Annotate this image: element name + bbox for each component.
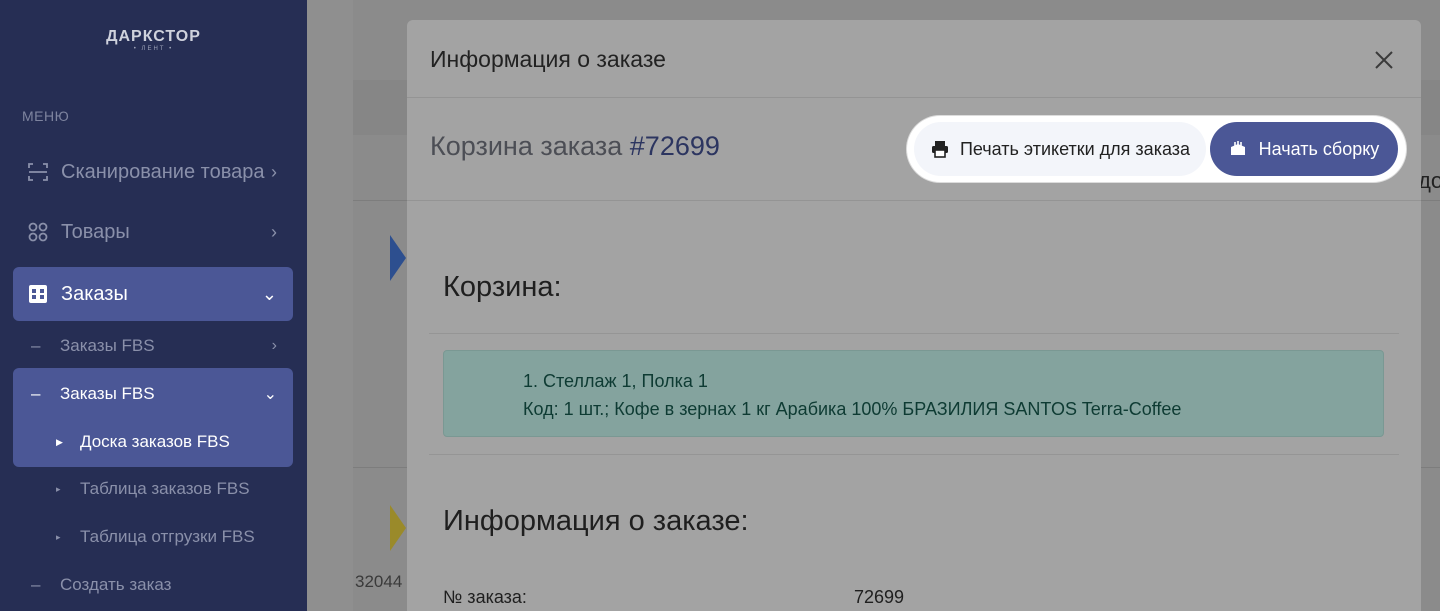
- order-info-section-title: Информация о заказе:: [443, 505, 749, 537]
- modal-header: Информация о заказе: [407, 20, 1421, 98]
- chevron-right-icon: ›: [271, 221, 277, 242]
- caret-right-icon: ▶: [56, 436, 63, 447]
- cart-section-title: Корзина:: [443, 271, 562, 303]
- sidebar-leaf-label: Доска заказов FBS: [80, 432, 230, 451]
- divider: [429, 333, 1399, 334]
- sidebar-leaf-fbs-shipment[interactable]: ▸ Таблица отгрузки FBS: [56, 517, 255, 557]
- caret-right-icon: ▸: [56, 483, 61, 494]
- logo-text: ДАРКСТОР: [106, 28, 201, 45]
- cart-item-location: 1. Стеллаж 1, Полка 1: [523, 371, 708, 391]
- sidebar-leaf-fbs-board[interactable]: ▶ Доска заказов FBS: [56, 422, 230, 462]
- marketplace-logo-icon: [390, 235, 406, 281]
- modal-title: Информация о заказе: [430, 46, 666, 72]
- menu-label: МЕНЮ: [22, 108, 70, 124]
- order-number: #72699: [629, 131, 720, 161]
- sidebar-item-scan[interactable]: Сканирование товара ›: [13, 145, 293, 199]
- cart-item: 1. Стеллаж 1, Полка 1 Код: 1 шт.; Кофе в…: [443, 350, 1384, 437]
- print-label-button[interactable]: Печать этикетки для заказа: [914, 122, 1206, 176]
- divider: [429, 454, 1399, 455]
- sidebar-item-products[interactable]: Товары ›: [13, 205, 293, 259]
- sidebar-item-label: Товары: [61, 220, 130, 243]
- sidebar-leaf-label: Таблица заказов FBS: [80, 479, 250, 498]
- sidebar: ДАРКСТОР • ЛЕНТ • МЕНЮ Сканирование това…: [0, 0, 307, 611]
- sidebar-item-create-order[interactable]: – Создать заказ: [13, 562, 293, 608]
- printer-icon: [930, 139, 950, 159]
- sidebar-subitem-fbs-orders[interactable]: – Заказы FBS ›: [13, 323, 293, 369]
- scan-icon: [23, 161, 53, 183]
- box-icon: [1229, 140, 1247, 158]
- background-text: до: [1418, 168, 1440, 193]
- products-icon: [23, 221, 53, 243]
- sidebar-subitem-label: Заказы FBS: [60, 336, 155, 355]
- cart-item-description: Код: 1 шт.; Кофе в зернах 1 кг Арабика 1…: [523, 399, 1182, 419]
- dash-icon: –: [31, 384, 41, 403]
- cart-title: Корзина заказа #72699: [430, 131, 720, 162]
- order-number-label: № заказа:: [443, 587, 527, 607]
- logo[interactable]: ДАРКСТОР • ЛЕНТ •: [0, 28, 307, 52]
- chevron-right-icon: ›: [271, 161, 277, 182]
- dash-icon: –: [31, 575, 41, 594]
- dash-icon: –: [31, 336, 41, 355]
- orders-icon: [23, 284, 53, 304]
- sidebar-item-label: Сканирование товара: [61, 160, 265, 183]
- start-assembly-button-text: Начать сборку: [1258, 138, 1380, 159]
- sidebar-leaf-label: Таблица отгрузки FBS: [80, 527, 255, 546]
- sidebar-subitem-fbs-orders-active[interactable]: – Заказы FBS ⌄: [13, 371, 293, 417]
- order-number-value: 72699: [854, 587, 905, 607]
- start-assembly-button[interactable]: Начать сборку: [1210, 122, 1398, 176]
- sidebar-leaf-fbs-table[interactable]: ▸ Таблица заказов FBS: [56, 469, 250, 509]
- logo-subtext: • ЛЕНТ •: [133, 46, 174, 52]
- sidebar-subitem-label: Заказы FBS: [60, 384, 155, 403]
- close-icon[interactable]: [1372, 48, 1396, 72]
- cart-title-prefix: Корзина заказа: [430, 131, 623, 161]
- marketplace-logo-icon: [390, 505, 406, 551]
- print-label-button-text: Печать этикетки для заказа: [959, 138, 1191, 159]
- sidebar-item-orders[interactable]: Заказы ⌄: [13, 267, 293, 321]
- background-row-number: 32044: [355, 572, 403, 591]
- chevron-down-icon: ⌄: [263, 386, 277, 403]
- order-info-modal: Информация о заказе Корзина заказа #7269…: [407, 20, 1421, 611]
- caret-right-icon: ▸: [56, 531, 61, 542]
- sidebar-subitem-label: Создать заказ: [60, 575, 172, 594]
- sidebar-item-label: Заказы: [61, 282, 128, 305]
- chevron-right-icon: ›: [271, 337, 277, 354]
- chevron-down-icon: ⌄: [261, 283, 277, 304]
